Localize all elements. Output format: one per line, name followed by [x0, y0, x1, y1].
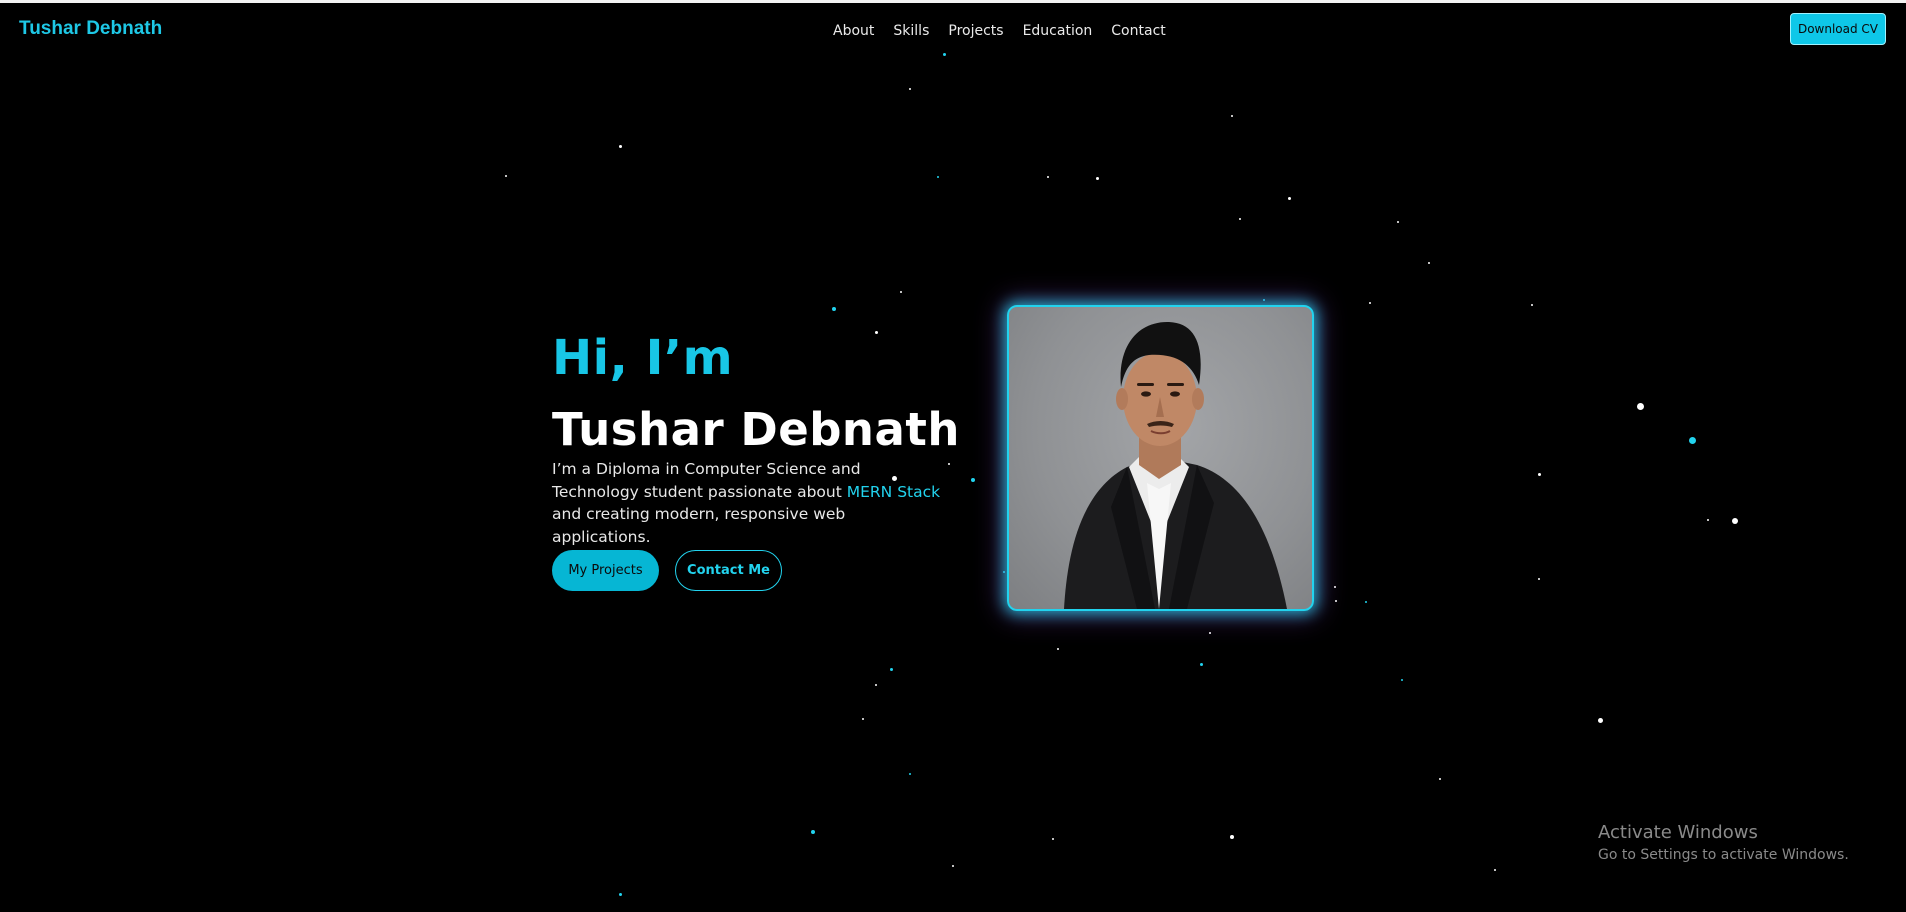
- star: [1200, 663, 1203, 666]
- star: [1397, 221, 1399, 223]
- nav-item-about: About: [833, 22, 874, 40]
- nav-links: About Skills Projects Education Contact: [833, 22, 1166, 40]
- star: [1707, 519, 1709, 521]
- star: [1494, 869, 1496, 871]
- nav-item-projects: Projects: [948, 22, 1003, 40]
- star: [1428, 262, 1430, 264]
- hero-description-prefix: I’m a Diploma in Computer Science and Te…: [552, 460, 861, 501]
- star: [1689, 437, 1696, 444]
- star: [1401, 679, 1403, 681]
- nav-item-education: Education: [1023, 22, 1093, 40]
- nav-link-skills[interactable]: Skills: [893, 23, 929, 39]
- star: [909, 773, 911, 775]
- star: [1209, 632, 1211, 634]
- star: [619, 145, 622, 148]
- nav-link-projects[interactable]: Projects: [948, 23, 1003, 39]
- star: [832, 307, 836, 311]
- hero-name: Tushar Debnath: [552, 403, 960, 456]
- star: [1239, 218, 1241, 220]
- my-projects-button[interactable]: My Projects: [552, 550, 659, 591]
- star: [909, 88, 911, 90]
- star: [1538, 473, 1541, 476]
- navbar: Tushar Debnath About Skills Projects Edu…: [0, 3, 1906, 57]
- hero-buttons: My Projects Contact Me: [552, 550, 782, 591]
- brand-logo[interactable]: Tushar Debnath: [19, 18, 162, 40]
- star-field-background: [0, 0, 1906, 912]
- star: [952, 865, 954, 867]
- nav-item-skills: Skills: [893, 22, 929, 40]
- star: [1637, 403, 1644, 410]
- contact-me-button[interactable]: Contact Me: [675, 550, 782, 591]
- star: [1230, 835, 1234, 839]
- star: [1334, 586, 1336, 588]
- star: [948, 463, 950, 465]
- star: [862, 718, 864, 720]
- profile-photo-frame: [1007, 305, 1314, 611]
- star: [1057, 648, 1059, 650]
- star: [1288, 197, 1291, 200]
- star: [1531, 304, 1533, 306]
- star: [900, 291, 902, 293]
- download-cv-button[interactable]: Download CV: [1790, 13, 1886, 45]
- star: [1263, 299, 1265, 301]
- star: [875, 684, 877, 686]
- star: [1598, 718, 1603, 723]
- star: [1369, 302, 1371, 304]
- watermark-subtitle: Go to Settings to activate Windows.: [1598, 847, 1849, 863]
- star: [971, 478, 975, 482]
- star: [1538, 578, 1540, 580]
- watermark-title: Activate Windows: [1598, 822, 1758, 843]
- star: [1439, 778, 1441, 780]
- star: [937, 176, 939, 178]
- star: [619, 893, 622, 896]
- windows-activation-watermark: Activate Windows Go to Settings to activ…: [1598, 821, 1849, 865]
- hero-greeting: Hi, I’m: [552, 330, 734, 386]
- hero-section: Hi, I’m Tushar Debnath I’m a Diploma in …: [552, 330, 959, 591]
- star: [505, 175, 507, 177]
- nav-link-contact[interactable]: Contact: [1111, 23, 1165, 39]
- star: [811, 830, 815, 834]
- hero-description-suffix: and creating modern, responsive web appl…: [552, 505, 846, 546]
- star: [1052, 838, 1054, 840]
- nav-link-education[interactable]: Education: [1023, 23, 1093, 39]
- star: [1732, 518, 1738, 524]
- hero-description-highlight: MERN Stack: [846, 482, 941, 501]
- star: [1231, 115, 1233, 117]
- star: [1003, 571, 1005, 573]
- star: [1047, 176, 1049, 178]
- nav-link-about[interactable]: About: [833, 23, 874, 39]
- star: [1335, 600, 1337, 602]
- hero-description: I’m a Diploma in Computer Science and Te…: [552, 458, 942, 548]
- star: [1365, 601, 1367, 603]
- star: [1096, 177, 1099, 180]
- profile-photo: [1064, 321, 1287, 609]
- nav-item-contact: Contact: [1111, 22, 1165, 40]
- star: [890, 668, 893, 671]
